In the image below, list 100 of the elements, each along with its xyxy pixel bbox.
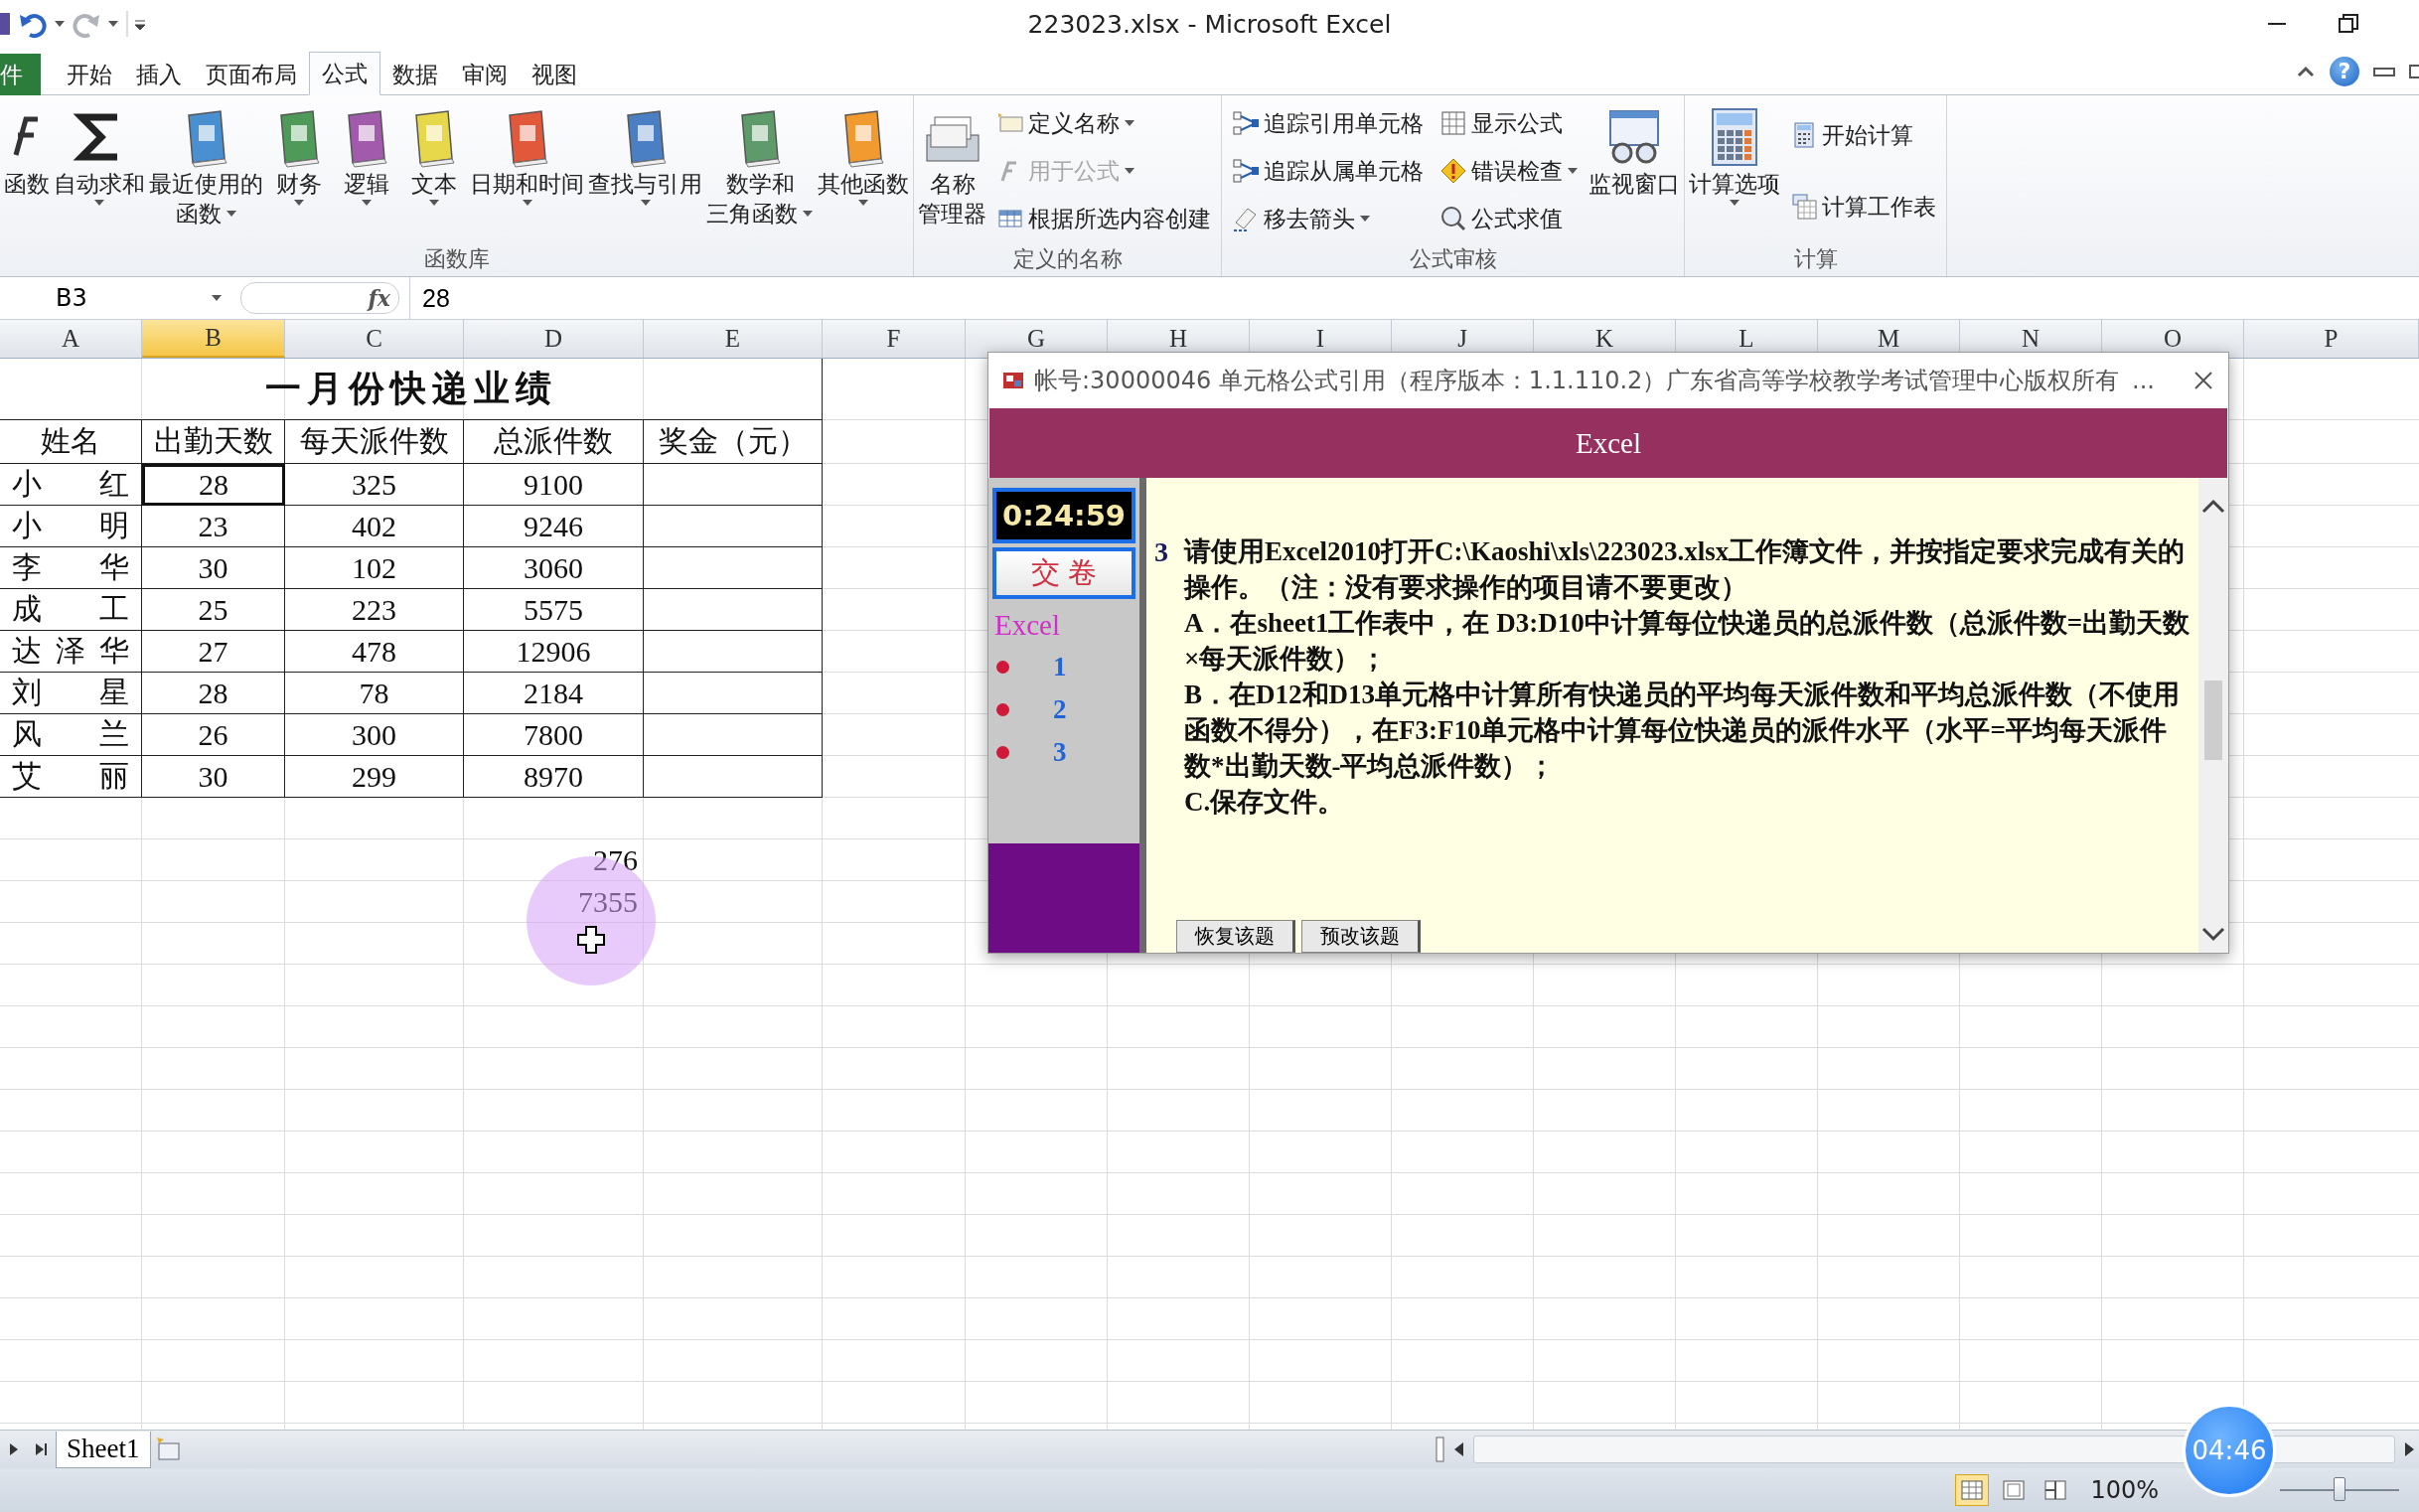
table-cell: 李 华	[0, 547, 142, 589]
name-box[interactable]: B3	[0, 281, 230, 315]
question-text: C.保存文件。	[1184, 786, 1346, 819]
table-cell: 风 兰	[0, 714, 142, 756]
sheet-tab[interactable]: Sheet1	[56, 1431, 151, 1468]
table-header-cell: 奖金（元）	[644, 420, 823, 464]
table-cell: 8970	[464, 756, 644, 798]
scrollbar-track[interactable]	[1473, 1436, 2395, 1463]
column-header[interactable]: B	[142, 320, 285, 358]
table-cell: 25	[142, 589, 285, 631]
window-title: 223023.xlsx - Microsoft Excel	[1027, 9, 1392, 39]
column-header[interactable]: D	[464, 320, 644, 358]
column-header[interactable]: C	[285, 320, 464, 358]
zoom-level[interactable]: 100%	[2090, 1476, 2159, 1504]
ribbon-button[interactable]: 显示公式	[1436, 105, 1583, 141]
ribbon-button[interactable]: 查找与引用	[586, 99, 704, 242]
ribbon-tab[interactable]: 数据	[380, 54, 450, 95]
table-cell: 3060	[464, 547, 644, 589]
caret-icon	[225, 210, 237, 218]
insert-function-button[interactable]: fx	[368, 285, 390, 311]
table-cell: 28	[142, 464, 285, 506]
table-cell: 艾 丽	[0, 756, 142, 798]
table-cell: 12906	[464, 631, 644, 673]
ribbon-button[interactable]: 逻辑	[333, 99, 400, 242]
close-icon[interactable]	[2192, 370, 2214, 391]
table-cell: 299	[285, 756, 464, 798]
cursor-icon	[576, 925, 606, 955]
submit-button[interactable]: 交 卷	[992, 547, 1135, 599]
table-cell: 478	[285, 631, 464, 673]
table-header-cell: 总派件数	[464, 420, 644, 464]
page-icon	[2003, 1480, 2026, 1500]
column-header[interactable]: E	[644, 320, 823, 358]
ribbon-button[interactable]: 移去箭头	[1228, 201, 1428, 236]
countdown-timer: 0:24:59	[992, 488, 1135, 543]
dialog-header: Excel	[989, 408, 2227, 478]
file-tab[interactable]: 件	[0, 54, 41, 95]
slider-thumb[interactable]	[2334, 1477, 2345, 1501]
ribbon-button[interactable]: 其他函数	[816, 99, 911, 242]
group-label: 函数库	[422, 245, 491, 273]
caret-icon	[857, 199, 869, 207]
table-cell-text: 7355	[577, 884, 639, 920]
ribbon-button[interactable]: 错误检查	[1436, 153, 1583, 189]
ribbon-button[interactable]: 公式求值	[1436, 201, 1583, 236]
caret-icon	[521, 199, 533, 207]
caret-icon	[1124, 119, 1135, 127]
ribbon-tab[interactable]: 视图	[520, 54, 589, 95]
grid-icon	[1439, 109, 1467, 137]
group-label: 公式审核	[1408, 245, 1498, 273]
table-cell: 223	[285, 589, 464, 631]
table-cell: 78	[285, 673, 464, 714]
table-cell: 9246	[464, 506, 644, 547]
group-label: 计算	[1792, 245, 1839, 273]
table-cell: 23	[142, 506, 285, 547]
formula-field[interactable]: 28	[409, 277, 2419, 319]
question-text: 请使用Excel2010打开C:\Kaoshi\xls\223023.xlsx工作簿文件，并按指定要求完成有关的操作。（注：没有要求操作的项目请不要更改）	[1184, 535, 2187, 604]
split-handle-icon[interactable]	[1436, 1436, 1445, 1463]
dialog-button[interactable]: 预改该题	[1301, 920, 1421, 953]
ribbon-button[interactable]: 追踪从属单元格	[1228, 153, 1428, 189]
ribbon-button[interactable]: 数学和 三角函数	[704, 99, 816, 242]
table-cell: 325	[285, 464, 464, 506]
column-header[interactable]: P	[2244, 320, 2419, 358]
question-number: 3	[1154, 535, 1168, 569]
table-cell: 刘 星	[0, 673, 142, 714]
app-icon	[1002, 370, 1024, 391]
warning-icon	[1439, 157, 1467, 185]
scroll-down-icon[interactable]	[2201, 927, 2225, 943]
ribbon-button[interactable]: 函数	[2, 99, 52, 242]
scroll-up-icon[interactable]	[2201, 498, 2225, 514]
ribbon-button[interactable]: 自动求和	[52, 99, 147, 242]
ribbon-button[interactable]: 文本	[400, 99, 468, 242]
ribbon-button[interactable]: 根据所选内容创建	[992, 201, 1215, 236]
ribbon-button[interactable]: 名称 管理器	[916, 99, 988, 242]
column-header[interactable]: F	[823, 320, 966, 358]
ribbon-button[interactable]: 开始计算	[1786, 117, 1940, 153]
ribbon-button[interactable]: 日期和时间	[468, 99, 586, 242]
ribbon-tab[interactable]: 插入	[124, 54, 194, 95]
ribbon-button[interactable]: 财务	[265, 99, 333, 242]
table-cell: 102	[285, 547, 464, 589]
ribbon-button[interactable]: 监视窗口	[1587, 99, 1682, 242]
table-cell: 7800	[464, 714, 644, 756]
restore-icon[interactable]	[2338, 13, 2359, 35]
ribbon-button[interactable]: 计算选项	[1687, 99, 1782, 242]
caret-icon	[107, 20, 119, 28]
caret-icon	[1567, 167, 1579, 175]
ribbon-button[interactable]: 最近使用的 函数	[147, 99, 265, 242]
caret-icon	[361, 199, 373, 207]
ribbon-tab[interactable]: 公式	[309, 52, 380, 95]
ribbon-button[interactable]: 追踪引用单元格	[1228, 105, 1428, 141]
caret-icon	[211, 294, 223, 302]
table-cell: 26	[142, 714, 285, 756]
ribbon-button[interactable]: 定义名称	[992, 105, 1215, 141]
dialog-button[interactable]: 恢复该题	[1176, 920, 1295, 953]
table-cell: 402	[285, 506, 464, 547]
ribbon-button[interactable]: 计算工作表	[1786, 189, 1940, 225]
scrollbar-thumb[interactable]	[2204, 680, 2222, 760]
ribbon-tab[interactable]: 审阅	[450, 54, 520, 95]
ribbon-tab[interactable]: 页面布局	[194, 54, 309, 95]
caret-icon	[1729, 199, 1740, 207]
title-overflow: ...	[2132, 367, 2155, 394]
ribbon-tab[interactable]: 开始	[55, 54, 124, 95]
